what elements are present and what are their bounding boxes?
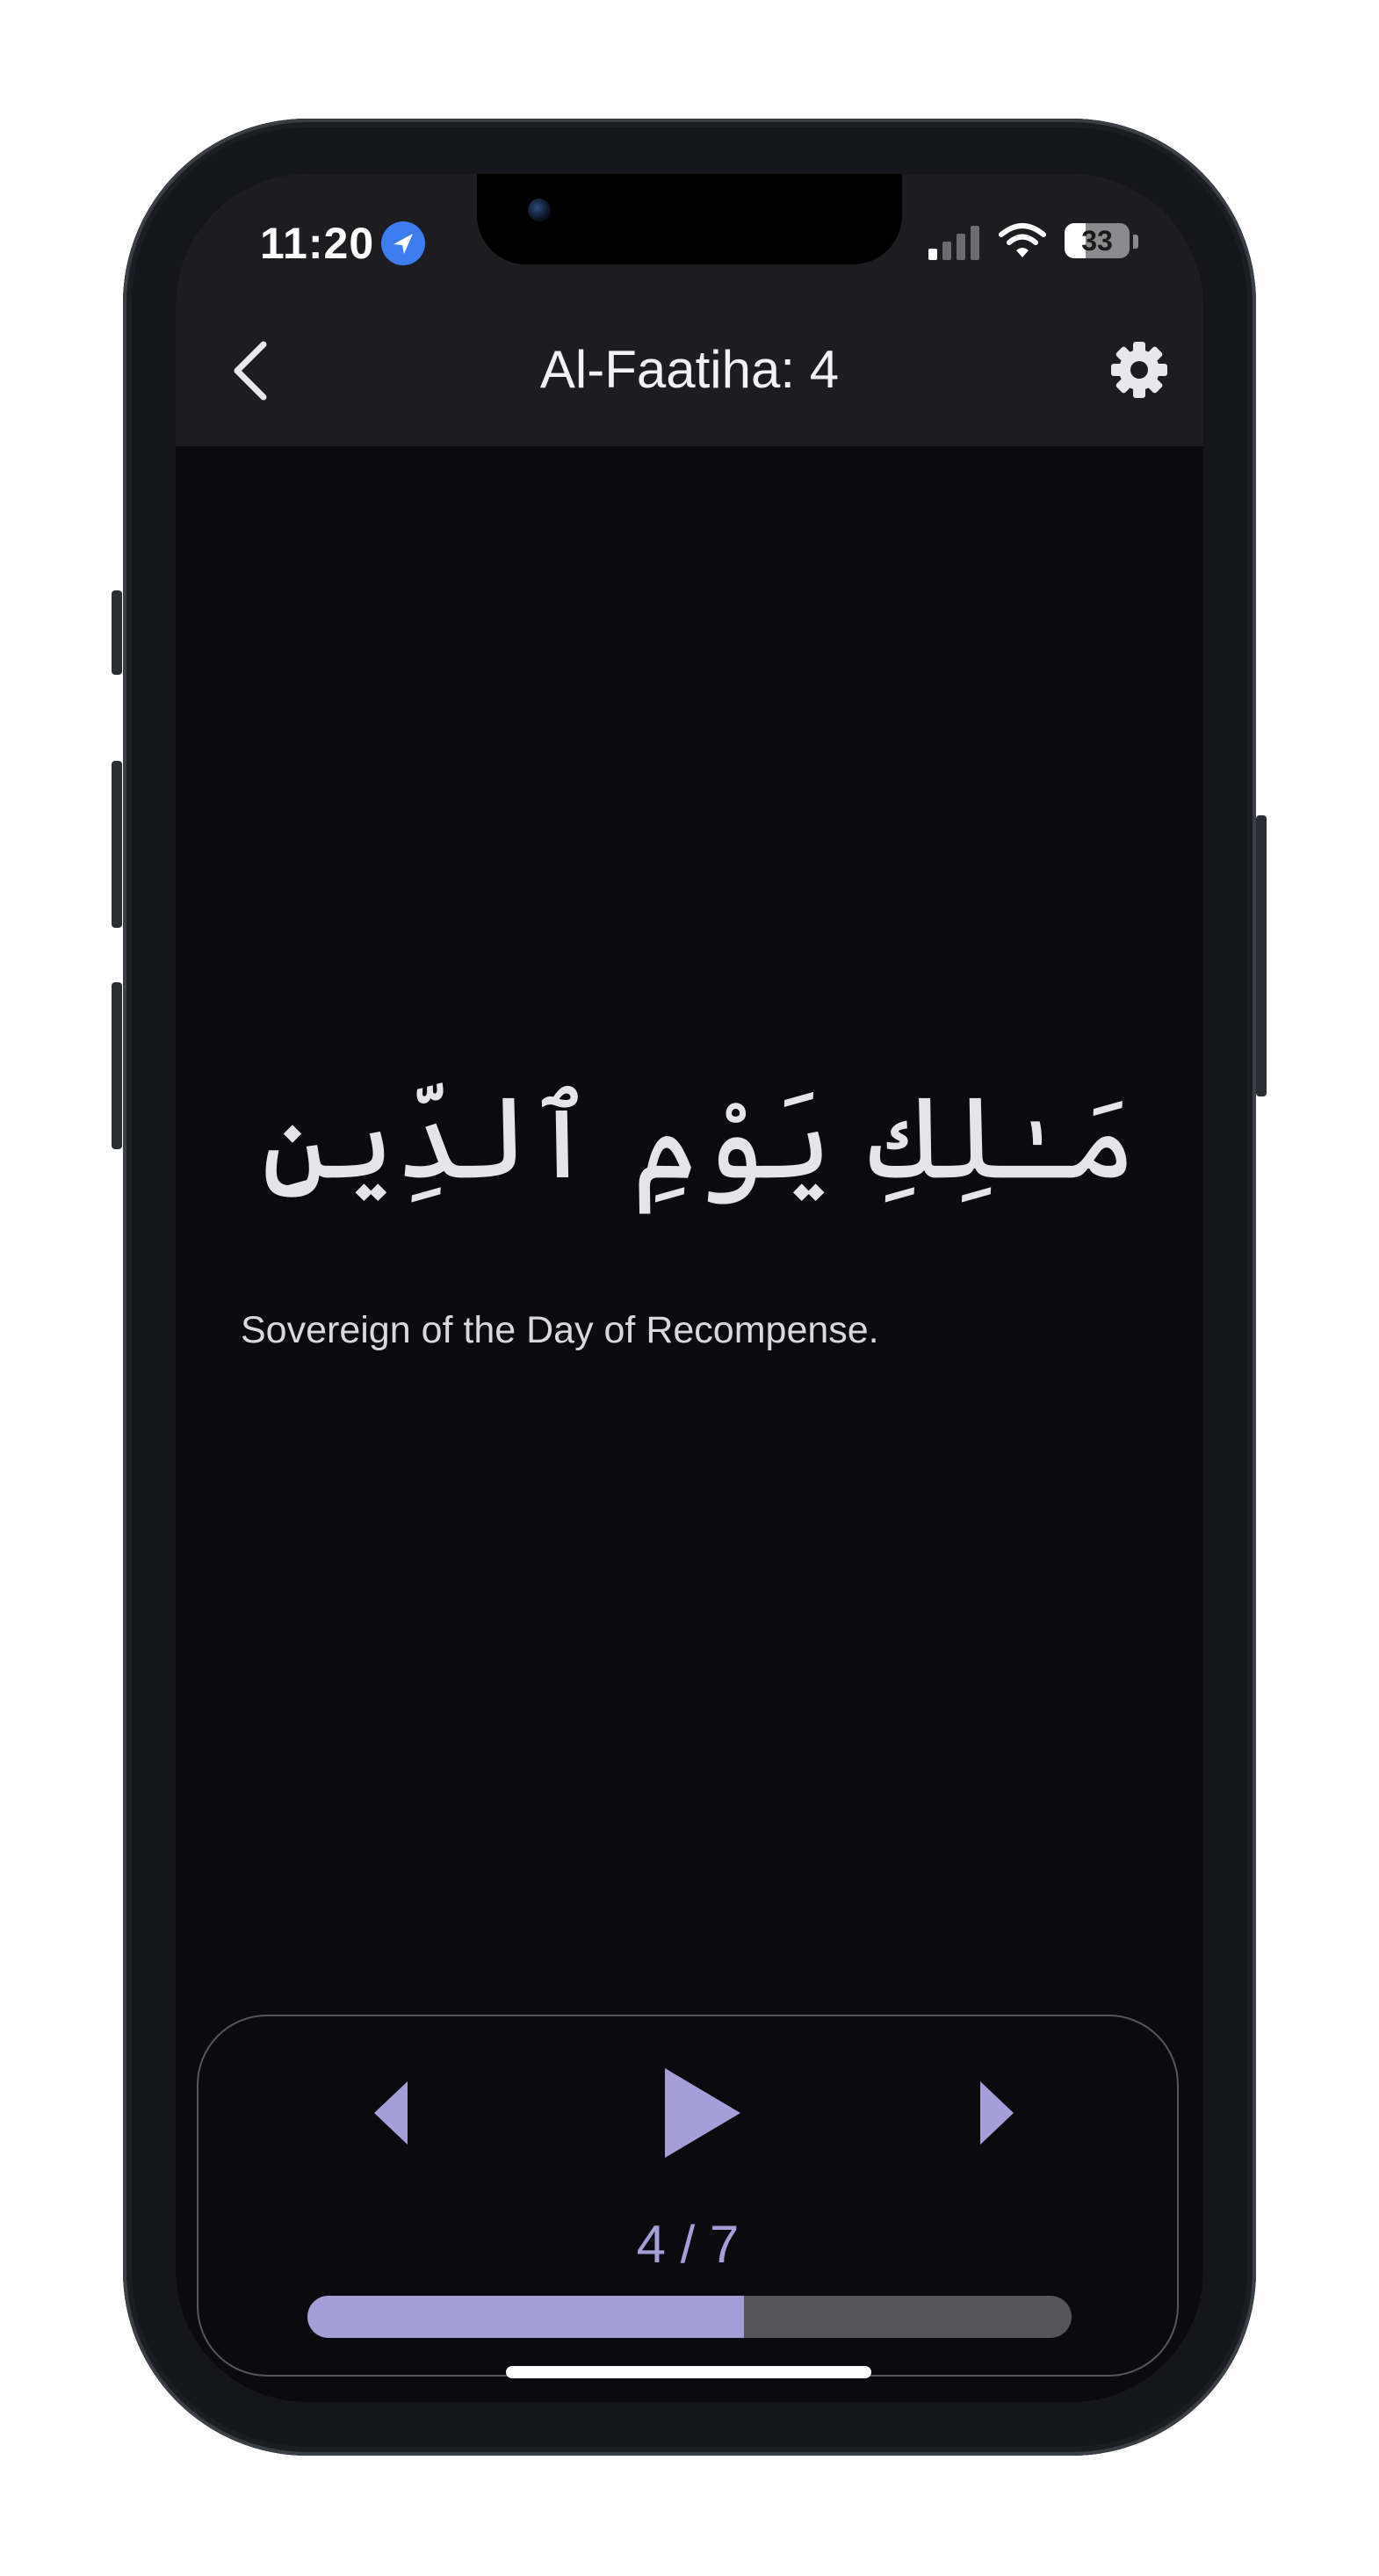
play-button[interactable]	[660, 2065, 747, 2161]
volume-down-button	[112, 982, 122, 1149]
battery-level: 33	[1081, 225, 1113, 257]
verse-translation: Sovereign of the Day of Recompense.	[241, 1309, 879, 1351]
playback-controls: 4 / 7	[197, 2015, 1179, 2377]
power-button	[1256, 815, 1267, 1096]
gear-icon	[1111, 342, 1167, 398]
home-indicator[interactable]	[506, 2366, 871, 2378]
status-time: 11:20	[260, 219, 375, 268]
verse-counter: 4 / 7	[636, 2215, 740, 2274]
screen: 11:20 33 Al-Faatiha: 4 مَـٰلِكِ يَوْمِ ٱ…	[176, 174, 1203, 2402]
previous-icon	[374, 2081, 408, 2145]
next-verse-button[interactable]	[971, 2078, 1024, 2148]
previous-verse-button[interactable]	[365, 2078, 418, 2148]
front-camera	[528, 199, 551, 221]
arabic-verse: مَـٰلِكِ يَوْمِ ٱلدِّينِ	[261, 1071, 1137, 1205]
volume-up-button	[112, 761, 122, 928]
cellular-signal-icon	[927, 225, 983, 260]
verse-progress-fill	[307, 2296, 744, 2338]
verse-progress-bar[interactable]	[307, 2296, 1072, 2338]
dynamic-notch	[477, 174, 902, 264]
location-arrow-icon	[381, 221, 425, 265]
next-icon	[980, 2081, 1014, 2145]
battery-icon: 33	[1065, 223, 1130, 258]
settings-button[interactable]	[1110, 341, 1168, 399]
navigation-header: 11:20 33 Al-Faatiha: 4	[176, 174, 1203, 446]
page-title: Al-Faatiha: 4	[539, 340, 840, 399]
play-icon	[665, 2068, 740, 2158]
silent-switch	[112, 590, 122, 675]
wifi-icon	[999, 221, 1046, 260]
battery-tip	[1133, 235, 1138, 249]
